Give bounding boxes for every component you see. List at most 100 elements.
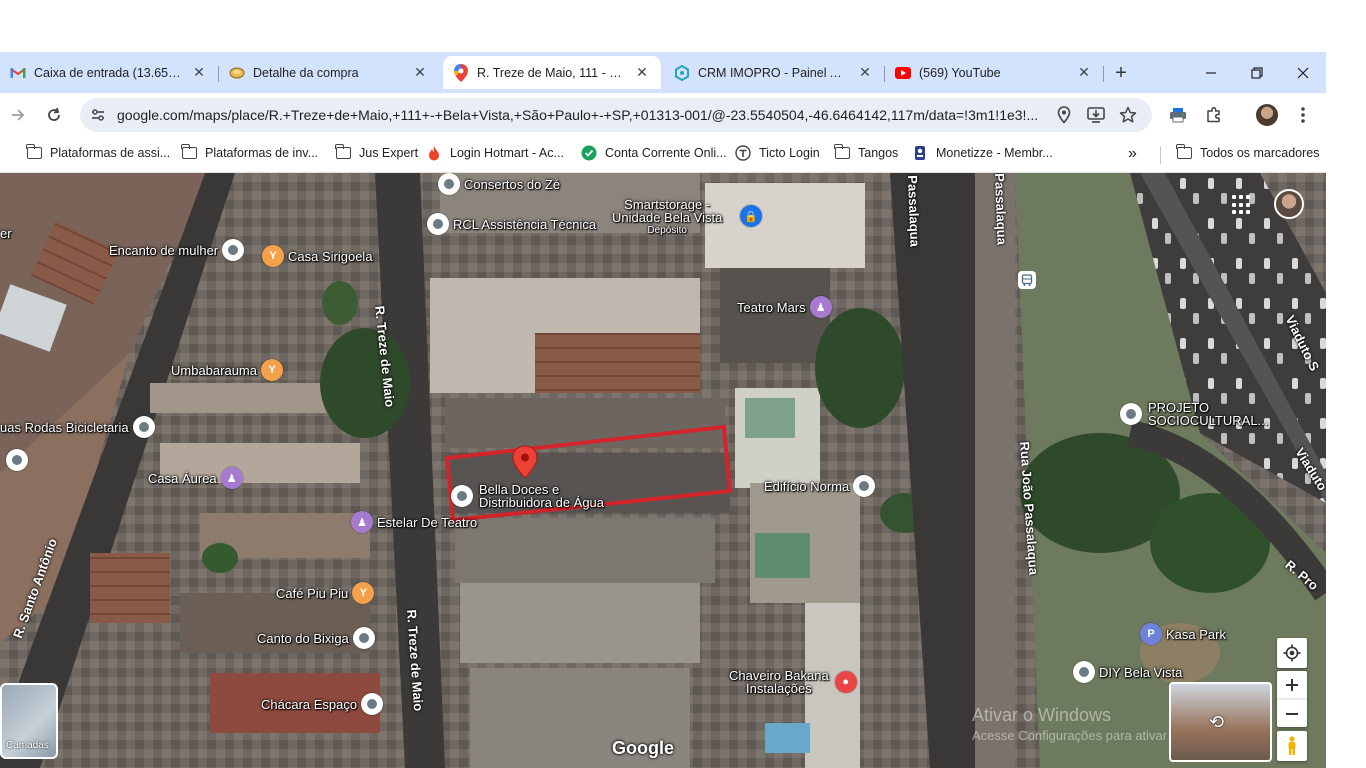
folder-icon	[334, 144, 351, 161]
poi-casa-aurea[interactable]: Casa Áurea ♟	[148, 467, 243, 489]
street-view-preview[interactable]: ⟲	[1169, 682, 1272, 762]
poi-rcl[interactable]: RCL Assistência Técnica	[427, 213, 596, 235]
bookmark-label: Plataformas de assi...	[50, 146, 171, 160]
tab-gmail[interactable]: Caixa de entrada (13.652) - j ✕	[0, 56, 218, 89]
profile-avatar-icon[interactable]	[1256, 104, 1278, 126]
pegman-button[interactable]	[1277, 731, 1307, 761]
page-right-margin	[1326, 0, 1366, 768]
account-avatar[interactable]	[1274, 189, 1304, 219]
site-info-icon[interactable]	[88, 105, 108, 125]
close-tab-icon[interactable]: ✕	[411, 64, 429, 82]
place-pin-icon	[427, 213, 449, 235]
storage-lock-icon: 🔒	[740, 205, 762, 227]
poi-diy[interactable]: DIY Bela Vista	[1073, 661, 1182, 683]
poi-label: Estelar De Teatro	[377, 514, 478, 530]
poi-chaveiro[interactable]: Chaveiro Bakana Instalações ●	[729, 669, 857, 695]
bookmark-monetizze[interactable]: Monetizze - Membr...	[912, 145, 1053, 161]
reload-button[interactable]	[42, 103, 66, 127]
tab-crm[interactable]: CRM IMOPRO - Painel Admin ✕	[664, 56, 884, 89]
bookmark-tangos[interactable]: Tangos	[833, 144, 898, 161]
rotate-360-icon: ⟲	[1209, 712, 1225, 732]
new-tab-button[interactable]: +	[1110, 62, 1132, 84]
bank-icon	[581, 145, 597, 161]
extensions-puzzle-icon[interactable]	[1203, 104, 1225, 126]
poi-encanto[interactable]: Encanto de mulher	[109, 239, 245, 261]
tab-youtube[interactable]: (569) YouTube ✕	[885, 56, 1103, 89]
poi-label: Distribuidora de Água	[479, 495, 605, 510]
layers-label: Camadas	[6, 740, 49, 751]
restore-button[interactable]	[1244, 60, 1270, 86]
printer-extension-icon[interactable]	[1167, 104, 1189, 126]
my-location-button[interactable]	[1277, 638, 1307, 668]
poi-rodas[interactable]: uas Rodas Bicicletaria	[0, 416, 155, 438]
zoom-out-button[interactable]	[1277, 699, 1307, 727]
chrome-menu-icon[interactable]	[1292, 104, 1314, 126]
close-tab-icon[interactable]: ✕	[190, 64, 208, 82]
bookmark-plataformas-assi[interactable]: Plataformas de assi...	[25, 144, 171, 161]
bookmark-ticto[interactable]: Ticto Login	[735, 145, 820, 161]
reload-icon	[48, 107, 60, 121]
tab-label: R. Treze de Maio, 111 - Bela	[477, 65, 625, 80]
tab-maps[interactable]: R. Treze de Maio, 111 - Bela ✕	[443, 56, 661, 89]
store-icon: ●	[834, 671, 857, 693]
place-pin-icon	[853, 475, 876, 497]
poi-label: Café Piu Piu	[276, 585, 349, 601]
google-apps-icon[interactable]	[1232, 195, 1252, 215]
bookmark-hotmart[interactable]: Login Hotmart - Ac...	[426, 145, 564, 161]
bookmark-label: Login Hotmart - Ac...	[450, 146, 564, 160]
minimize-button[interactable]	[1198, 60, 1224, 86]
maps-pin-icon	[453, 63, 469, 82]
poi-sirigoela[interactable]: Y Casa Sirigoela	[262, 245, 373, 267]
bar-cocktail-icon: Y	[261, 359, 283, 381]
poi-label: Encanto de mulher	[109, 242, 219, 258]
bookmark-star-icon[interactable]	[1118, 105, 1138, 125]
street-label: Passalaqua	[905, 175, 923, 248]
poi-label: er	[0, 226, 12, 241]
install-app-icon[interactable]	[1086, 105, 1106, 125]
place-pin-icon	[361, 693, 384, 715]
poi-smartstorage-text[interactable]: Smartstorage - Unidade Bela Vista Depósi…	[612, 198, 722, 237]
selected-place-marker[interactable]	[512, 445, 538, 484]
poi-label: Instalações	[745, 681, 812, 696]
zoom-in-button[interactable]	[1277, 671, 1307, 699]
poi-kasa-park[interactable]: P Kasa Park	[1140, 623, 1226, 645]
poi-label-group: Bella Doces e Distribuidora de Água	[479, 483, 604, 509]
poi-bella-doces[interactable]: Bella Doces e Distribuidora de Água	[451, 483, 604, 509]
close-tab-icon[interactable]: ✕	[856, 64, 874, 82]
bookmark-jus-expert[interactable]: Jus Expert	[334, 144, 418, 161]
bookmark-conta-corrente[interactable]: Conta Corrente Onli...	[581, 145, 727, 161]
url-text[interactable]: google.com/maps/place/R.+Treze+de+Maio,+…	[117, 107, 1045, 123]
forward-button[interactable]	[6, 103, 30, 127]
poi-chacara[interactable]: Chácara Espaço	[261, 693, 384, 715]
close-tab-icon[interactable]: ✕	[633, 64, 651, 82]
poi-umbabarauma[interactable]: Umbabarauma Y	[171, 359, 283, 381]
satellite-map[interactable]: R. Treze de Maio R. Treze de Maio Passal…	[0, 173, 1326, 768]
tab-detalhe-compra[interactable]: Detalhe da compra ✕	[219, 56, 439, 89]
poi-projeto[interactable]: PROJETO SOCIOCULTURAL...	[1120, 401, 1268, 427]
layers-button[interactable]: Camadas	[0, 683, 58, 759]
location-icon[interactable]	[1054, 105, 1074, 125]
browser-toolbar: google.com/maps/place/R.+Treze+de+Maio,+…	[0, 93, 1326, 137]
tab-separator	[1103, 66, 1104, 82]
poi-cafe-piu[interactable]: Café Piu Piu Y	[276, 582, 375, 604]
bookmarks-overflow-button[interactable]: »	[1128, 145, 1137, 163]
address-bar[interactable]: google.com/maps/place/R.+Treze+de+Maio,+…	[80, 98, 1152, 132]
close-window-button[interactable]	[1290, 60, 1316, 86]
poi-smartstorage-pin[interactable]: 🔒	[740, 205, 762, 227]
poi-label: Chácara Espaço	[261, 696, 358, 712]
bus-stop[interactable]	[1018, 271, 1036, 289]
theater-icon: ♟	[351, 511, 373, 533]
close-tab-icon[interactable]: ✕	[1075, 64, 1093, 82]
bookmark-plataformas-inv[interactable]: Plataformas de inv...	[180, 144, 318, 161]
theater-icon: ♟	[220, 467, 243, 489]
poi-teatro-mars[interactable]: Teatro Mars ♟	[737, 296, 832, 318]
poi-estelar[interactable]: ♟ Estelar De Teatro	[351, 511, 477, 533]
poi-canto-bixiga[interactable]: Canto do Bixiga	[257, 627, 375, 649]
poi-consertos[interactable]: Consertos do Zé	[438, 173, 560, 195]
all-bookmarks-button[interactable]: Todos os marcadores	[1175, 144, 1320, 161]
crm-icon	[674, 64, 690, 81]
plus-icon	[1286, 679, 1298, 691]
poi-edificio-norma[interactable]: Edifício Norma	[764, 475, 876, 497]
poi-unnamed-left[interactable]	[6, 449, 28, 471]
poi-er[interactable]: er	[0, 227, 12, 240]
